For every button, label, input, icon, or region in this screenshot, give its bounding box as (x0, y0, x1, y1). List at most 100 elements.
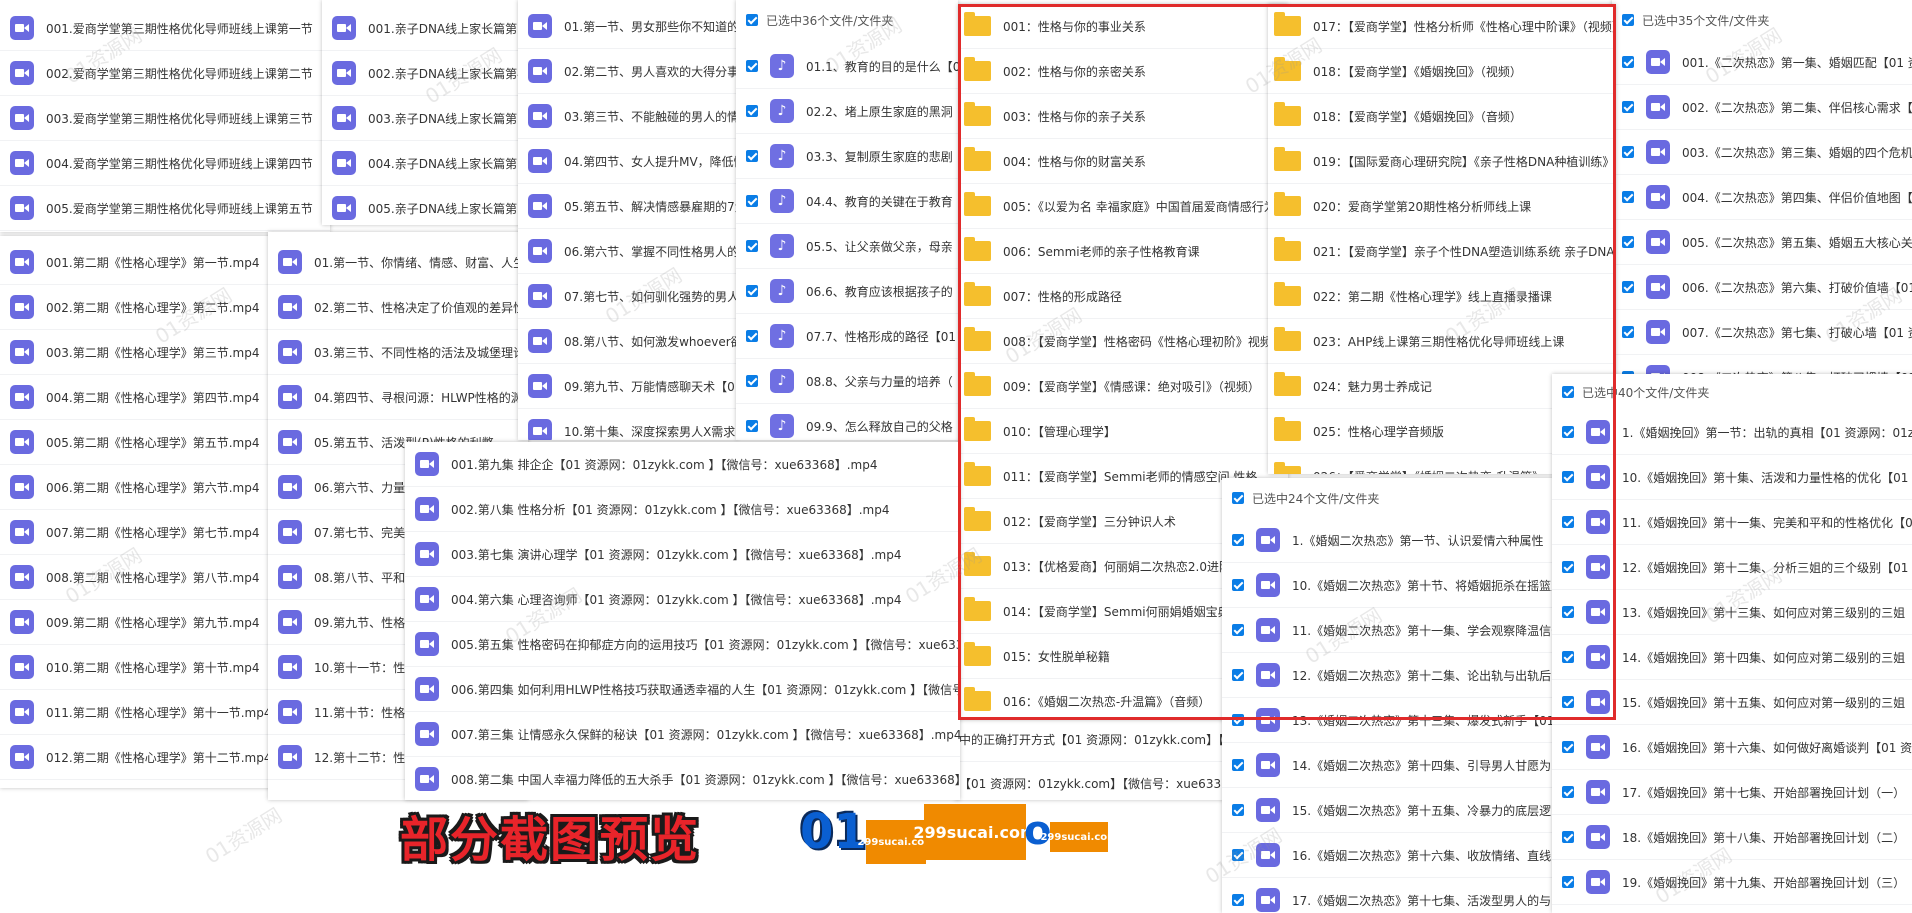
file-row[interactable]: 003.第二期《性格心理学》第三节.mp4 (0, 330, 275, 375)
file-row[interactable]: ♪ 06.6、教育应该根据孩子的 (736, 269, 958, 314)
file-name: 001.第二期《性格心理学》第一节.mp4 (46, 255, 260, 270)
file-row[interactable]: 01.第一节、你情绪、情感、财富、人生 (268, 240, 528, 285)
file-row[interactable]: 005.爱商学堂第三期性格优化导师班线上课第五节 (0, 186, 330, 231)
file-row[interactable]: 009.第二期《性格心理学》第九节.mp4 (0, 600, 275, 645)
row-checkbox[interactable] (746, 330, 758, 342)
file-row[interactable]: 001.第二期《性格心理学》第一节.mp4 (0, 240, 275, 285)
row-checkbox[interactable] (746, 105, 758, 117)
file-row[interactable]: 004.第六集 心理咨询师【01 资源网：01zykk.com 】【微信号：xu… (405, 577, 960, 622)
file-name: 005.《二次热恋》第五集、婚姻五大核心关系 (1682, 235, 1912, 250)
file-row[interactable]: 004.亲子DNA线上家长篇第2节 (322, 141, 522, 186)
file-row[interactable]: 03.第三节、不能触碰的男人的情绪 (518, 94, 738, 139)
file-row[interactable]: 006.《二次热恋》第六集、打破价值墙【01 (1612, 265, 1912, 310)
file-row[interactable]: 007.《二次热恋》第七集、打破心墙【01 资源 (1612, 310, 1912, 355)
file-row[interactable]: ♪ 07.7、性格形成的路径【01 (736, 314, 958, 359)
file-row[interactable]: 011.第二期《性格心理学》第十一节.mp4 (0, 690, 275, 735)
file-row[interactable]: 06.第六节、掌握不同性格男人的 (518, 229, 738, 274)
file-row[interactable]: 10.第十集、深度探索男人X需求 (518, 409, 738, 440)
row-checkbox[interactable] (1562, 741, 1574, 753)
row-checkbox[interactable] (1622, 236, 1634, 248)
file-row[interactable]: ♪ 08.8、父亲与力量的培养（ (736, 359, 958, 404)
row-checkbox[interactable] (1562, 876, 1574, 888)
row-checkbox[interactable] (746, 240, 758, 252)
file-row[interactable]: 003.第七集 演讲心理学【01 资源网：01zykk.com 】【微信号：xu… (405, 532, 960, 577)
file-row[interactable]: 005.第二期《性格心理学》第五节.mp4 (0, 420, 275, 465)
select-all-checkbox[interactable] (746, 14, 758, 26)
file-row[interactable]: 007.第二期《性格心理学》第七节.mp4 (0, 510, 275, 555)
row-checkbox[interactable] (1622, 101, 1634, 113)
file-row[interactable]: 006.第二期《性格心理学》第六节.mp4 (0, 465, 275, 510)
file-row[interactable]: 01.第一节、男女那些你不知道的事 (518, 4, 738, 49)
select-all-checkbox[interactable] (1622, 14, 1634, 26)
file-row[interactable]: 16.《婚姻二次热恋》第十六集、收放情绪、直线 (1222, 833, 1562, 878)
file-rows: ♪ 01.1、教育的目的是什么【01 ♪ 02.2、堵上原生家庭的黑洞 ♪ 03.3、复制… (736, 44, 958, 440)
file-row[interactable]: 05.第五节、解决情感暴雇期的7大 (518, 184, 738, 229)
file-row[interactable]: 001.爱商学堂第三期性格优化导师班线上课第一节 (0, 6, 330, 51)
file-row[interactable]: 005.第五集 性格密码在抑郁症方向的运用技巧【01 资源网：01zykk.co… (405, 622, 960, 667)
file-row[interactable]: 001.《二次热恋》第一集、婚姻匹配【01 资源 (1612, 40, 1912, 85)
file-row[interactable]: 005.亲子DNA线上家长篇第1节 (322, 186, 522, 225)
file-row[interactable]: 04.第四节、女人提升MV，降低情 (518, 139, 738, 184)
file-row[interactable]: 002.爱商学堂第三期性格优化导师班线上课第二节 (0, 51, 330, 96)
row-checkbox[interactable] (746, 195, 758, 207)
row-checkbox[interactable] (746, 375, 758, 387)
file-row[interactable]: 03.第三节、不同性格的活法及城堡理论 (268, 330, 528, 375)
file-row[interactable]: 002.第二期《性格心理学》第二节.mp4 (0, 285, 275, 330)
file-row[interactable]: 005.《二次热恋》第五集、婚姻五大核心关系 (1612, 220, 1912, 265)
row-checkbox[interactable] (746, 285, 758, 297)
row-checkbox[interactable] (1562, 831, 1574, 843)
file-row[interactable]: 18.《婚姻挽回》第十八集、开始部署挽回计划（二） (1552, 815, 1912, 860)
file-row[interactable]: 16.《婚姻挽回》第十六集、如何做好离婚谈判【01 资源 (1552, 725, 1912, 770)
file-row[interactable]: 中的正确打开方式【01 资源网：01zykk.com】【 (955, 718, 1235, 762)
file-row[interactable]: 007.第三集 让情感永久保鲜的秘诀【01 资源网：01zykk.com 】【微… (405, 712, 960, 757)
row-checkbox[interactable] (746, 420, 758, 432)
file-row[interactable]: ♪ 05.5、让父亲做父亲，母亲 (736, 224, 958, 269)
file-row[interactable]: 15.《婚姻二次热恋》第十五集、冷暴力的底层逻 (1222, 788, 1562, 833)
row-checkbox[interactable] (1562, 786, 1574, 798)
row-checkbox[interactable] (1232, 804, 1244, 816)
file-row[interactable]: 003.亲子DNA线上家长篇第3节 (322, 96, 522, 141)
file-row[interactable]: 【01 资源网：01zykk.com】【微信号：xue63368】 (955, 762, 1235, 800)
file-row[interactable]: 003.爱商学堂第三期性格优化导师班线上课第三节 (0, 96, 330, 141)
file-row[interactable]: 08.第八节、如何激发whoever欲望不担 (518, 319, 738, 364)
file-row[interactable]: 02.第二节、男人喜欢的大得分事件 (518, 49, 738, 94)
file-row[interactable]: ♪ 04.4、教育的关键在于教育 (736, 179, 958, 224)
file-row[interactable]: 001.亲子DNA线上家长篇第5节 (322, 6, 522, 51)
row-checkbox[interactable] (1232, 849, 1244, 861)
file-row[interactable]: 004.第二期《性格心理学》第四节.mp4 (0, 375, 275, 420)
file-row[interactable]: 19.《婚姻挽回》第十九集、开始部署挽回计划（三） (1552, 860, 1912, 905)
file-row[interactable]: 09.第九节、万能情感聊天术【01 (518, 364, 738, 409)
row-checkbox[interactable] (746, 60, 758, 72)
file-row[interactable]: 008.第二期《性格心理学》第八节.mp4 (0, 555, 275, 600)
file-row[interactable]: ♪ 02.2、堵上原生家庭的黑洞 (736, 89, 958, 134)
file-row[interactable]: 008.第二集 中国人幸福力降低的五大杀手【01 资源网：01zykk.com … (405, 757, 960, 800)
file-row[interactable]: 002.《二次热恋》第二集、伴侣核心需求【01 (1612, 85, 1912, 130)
file-row[interactable]: ♪ 03.3、复制原生家庭的悲剧 (736, 134, 958, 179)
row-checkbox[interactable] (1622, 56, 1634, 68)
file-row[interactable]: 04.第四节、寻根问源：HLWP性格的渊源 (268, 375, 528, 420)
row-checkbox[interactable] (746, 150, 758, 162)
file-row[interactable]: 004.《二次热恋》第四集、伴侣价值地图【01 (1612, 175, 1912, 220)
file-row[interactable]: 02.第二节、性格决定了价值观的差异性 (268, 285, 528, 330)
file-row[interactable]: ♪ 01.1、教育的目的是什么【01 (736, 44, 958, 89)
row-checkbox[interactable] (1232, 894, 1244, 906)
row-checkbox[interactable] (1232, 759, 1244, 771)
row-checkbox[interactable] (1622, 326, 1634, 338)
file-row[interactable]: 001.第九集 排企企【01 资源网：01zykk.com 】【微信号：xue6… (405, 442, 960, 487)
file-row[interactable]: 17.《婚姻挽回》第十七集、开始部署挽回计划（一） (1552, 770, 1912, 815)
file-row[interactable]: 012.第二期《性格心理学》第十二节.mp4 (0, 735, 275, 780)
file-row[interactable]: 14.《婚姻二次热恋》第十四集、引导男人甘愿为 (1222, 743, 1562, 788)
file-row[interactable]: 010.第二期《性格心理学》第十节.mp4 (0, 645, 275, 690)
file-row[interactable]: 003.《二次热恋》第三集、婚姻的四个危机阶段 (1612, 130, 1912, 175)
file-row[interactable]: 17.《婚姻二次热恋》第十七集、活泼型男人的与 (1222, 878, 1562, 913)
file-row[interactable]: 004.爱商学堂第三期性格优化导师班线上课第四节 (0, 141, 330, 186)
row-checkbox[interactable] (1622, 146, 1634, 158)
file-row[interactable]: 07.第七节、如何驯化强势的男人 (518, 274, 738, 319)
file-row[interactable]: 002.第八集 性格分析【01 资源网：01zykk.com 】【微信号：xue… (405, 487, 960, 532)
file-row[interactable]: ♪ 09.9、怎么释放自己的父格 (736, 404, 958, 440)
file-row[interactable]: 002.亲子DNA线上家长篇第4节 (322, 51, 522, 96)
row-checkbox[interactable] (1622, 281, 1634, 293)
video-file-icon (332, 16, 356, 40)
row-checkbox[interactable] (1622, 191, 1634, 203)
file-row[interactable]: 006.第四集 如何利用HLWP性格技巧获取通透幸福的人生【01 资源网：01z… (405, 667, 960, 712)
